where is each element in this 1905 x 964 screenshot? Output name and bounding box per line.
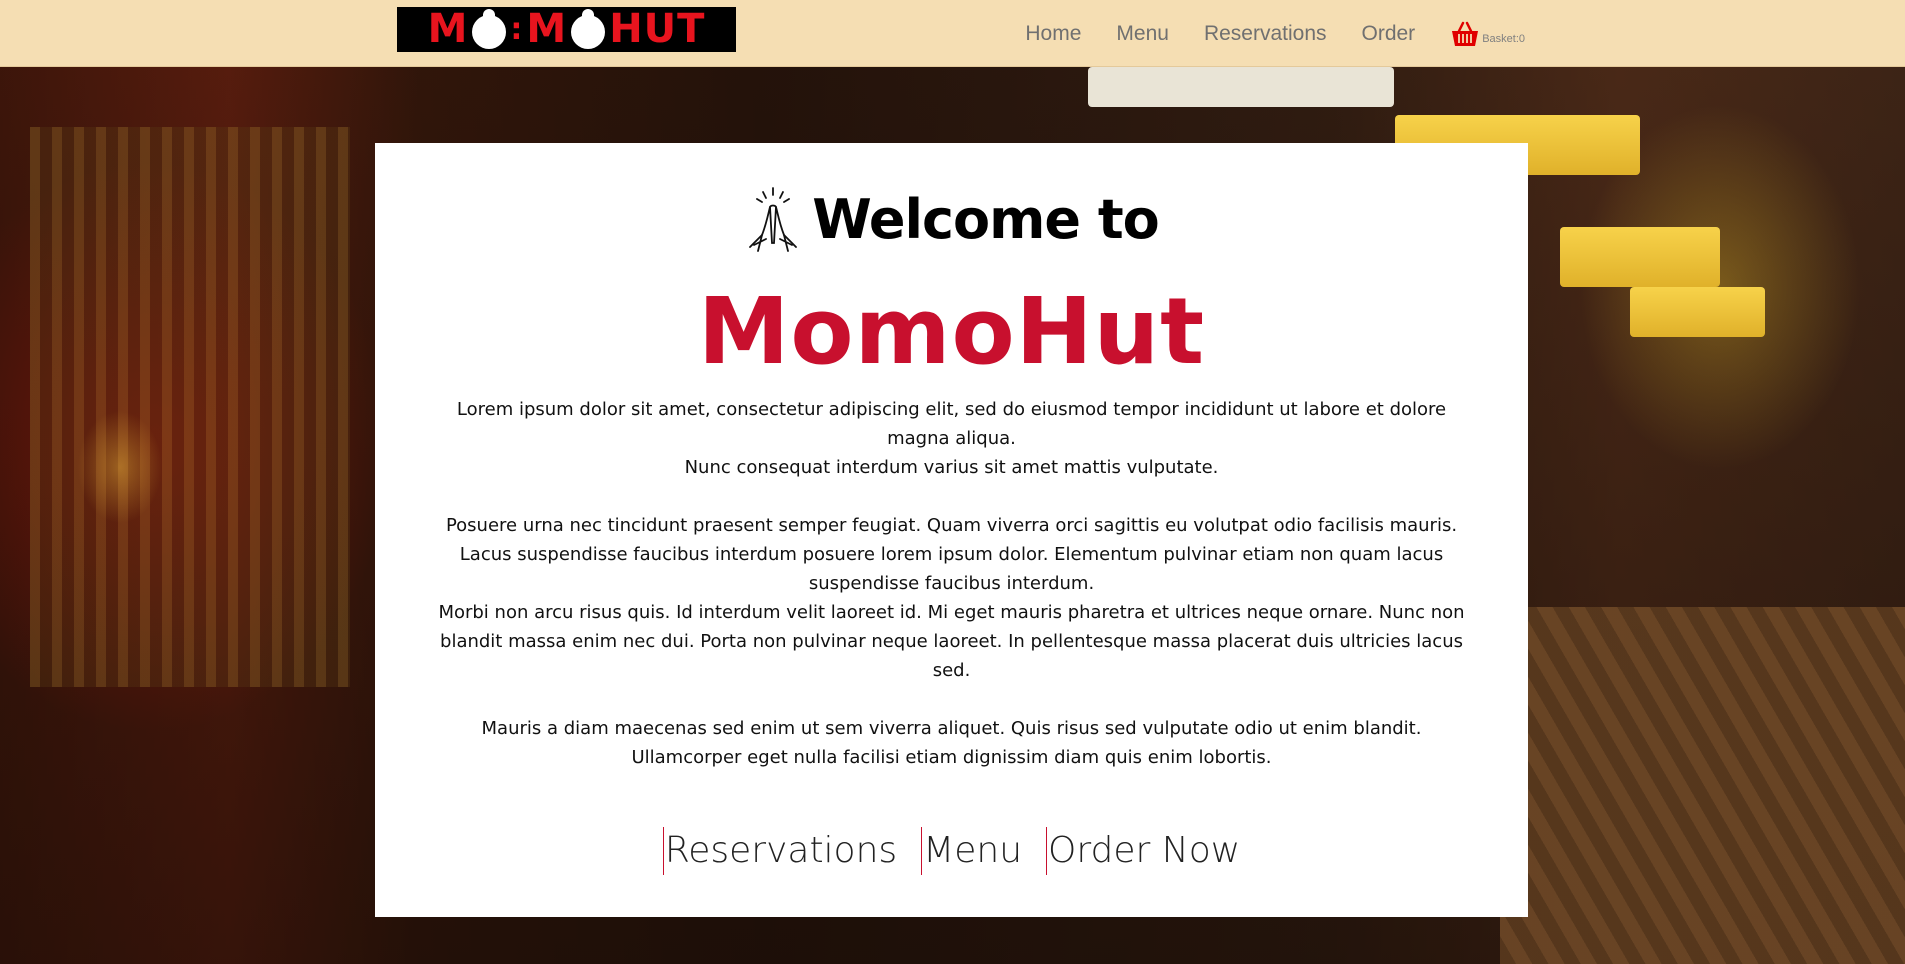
nav-link-order[interactable]: Order — [1362, 22, 1416, 46]
welcome-text: Welcome to — [812, 187, 1159, 251]
welcome-heading: Welcome to — [375, 185, 1528, 253]
welcome-card: Welcome to MomoHut Lorem ipsum dolor sit… — [375, 143, 1528, 917]
ceiling-lamp — [1088, 67, 1394, 107]
basket-count: Basket:0 — [1482, 32, 1525, 45]
ceiling-lamp — [1560, 227, 1720, 287]
curtain-decoration — [30, 127, 350, 687]
cta-links: Reservations Menu Order Now — [375, 827, 1528, 875]
basket-button[interactable]: Basket:0 — [1450, 20, 1525, 48]
logo-letter-m2: M — [526, 6, 568, 52]
cta-menu-link[interactable]: Menu — [921, 827, 1022, 875]
ceiling-lamp — [1630, 287, 1765, 337]
momo-dumpling-icon — [571, 8, 606, 49]
momo-dumpling-icon — [472, 8, 507, 49]
cta-order-now-link[interactable]: Order Now — [1046, 827, 1240, 875]
logo-letter-m1: M — [427, 6, 469, 52]
logo-colon: : — [510, 12, 523, 47]
paragraph: Lacus suspendisse faucibus interdum posu… — [459, 544, 1444, 594]
intro-text: Lorem ipsum dolor sit amet, consectetur … — [425, 395, 1478, 772]
top-navbar: M : M HUT Home Menu Reservations Order B… — [0, 0, 1905, 67]
paragraph: Lorem ipsum dolor sit amet, consectetur … — [456, 399, 1447, 449]
nav-link-menu[interactable]: Menu — [1116, 22, 1169, 46]
cta-reservations-link[interactable]: Reservations — [662, 827, 897, 875]
paragraph: Posuere urna nec tincidunt praesent semp… — [445, 515, 1458, 536]
shopping-basket-icon — [1452, 21, 1479, 46]
main-nav: Home Menu Reservations Order Basket:0 — [1025, 0, 1525, 67]
brand-title: MomoHut — [697, 278, 1206, 385]
paragraph: Morbi non arcu risus quis. Id interdum v… — [438, 602, 1465, 681]
praying-hands-icon — [749, 187, 798, 252]
nav-link-reservations[interactable]: Reservations — [1204, 22, 1327, 46]
nav-link-home[interactable]: Home — [1025, 22, 1081, 46]
site-logo[interactable]: M : M HUT — [397, 7, 736, 52]
logo-word-hut: HUT — [609, 6, 706, 52]
paragraph: Mauris a diam maecenas sed enim ut sem v… — [481, 718, 1422, 768]
paragraph: Nunc consequat interdum varius sit amet … — [684, 457, 1219, 478]
wood-floor-decoration — [1500, 607, 1905, 964]
